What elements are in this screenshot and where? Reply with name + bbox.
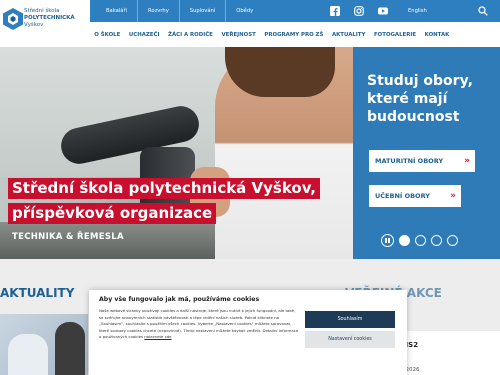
logo-line-3: Vyškov: [24, 22, 44, 28]
cookie-title: Aby vše fungovalo jak má, používáme cook…: [99, 296, 260, 303]
language-switch[interactable]: English: [408, 0, 427, 22]
hero-title: Střední škola polytechnická Vyškov, přís…: [8, 178, 320, 224]
promo-panel: Studuj obory, které mají budoucnost MATU…: [353, 47, 500, 259]
slide-dot-4[interactable]: [447, 235, 458, 246]
cookie-details-link[interactable]: naleznete zde: [144, 334, 171, 339]
nav-item-aktuality[interactable]: AKTUALITY: [328, 32, 370, 38]
main-navigation: O ŠKOLE UCHAZEČI ŽÁCI A RODIČE VEŘEJNOST…: [90, 22, 500, 47]
accept-cookies-button[interactable]: Souhlasím: [305, 311, 395, 328]
quick-link-obedy[interactable]: Obědy: [226, 0, 263, 22]
cookie-text: Naše webové stránky používají cookies a …: [99, 308, 299, 341]
logo-text: Střední škola POLYTECHNICKÁ Vyškov: [24, 8, 75, 29]
instagram-icon[interactable]: [354, 6, 364, 16]
slide-dot-1[interactable]: [399, 235, 410, 246]
news-photo[interactable]: [0, 314, 88, 375]
site-logo[interactable]: Střední škola POLYTECHNICKÁ Vyškov: [0, 0, 90, 47]
cookie-settings-button[interactable]: Nastavení cookies: [305, 331, 395, 348]
search-icon[interactable]: [478, 6, 488, 16]
logo-line-1: Střední škola: [24, 8, 60, 14]
hero-title-line-1: Střední škola polytechnická Vyškov,: [8, 178, 320, 199]
youtube-icon[interactable]: [378, 6, 388, 16]
slide-dot-2[interactable]: [415, 235, 426, 246]
ucebni-obory-button[interactable]: UČEBNÍ OBORY »: [369, 185, 461, 207]
nav-item-fotogalerie[interactable]: FOTOGALERIE: [370, 32, 421, 38]
cookie-body: Naše webové stránky používají cookies a …: [99, 308, 299, 340]
promo-title: Studuj obory, které mají budoucnost: [367, 73, 473, 125]
hero-subtitle: TECHNIKA & ŘEMESLA: [12, 232, 124, 242]
nav-item-uchazeci[interactable]: UCHAZEČI: [125, 32, 164, 38]
double-chevron-right-icon: »: [450, 191, 456, 201]
school-logo-icon: [3, 8, 23, 30]
nav-item-verejnost[interactable]: VEŘEJNOST: [217, 32, 260, 38]
ucebni-obory-label: UČEBNÍ OBORY: [375, 192, 430, 200]
student-hair-image: [225, 47, 335, 97]
maturitni-obory-label: MATURITNÍ OBORY: [375, 157, 444, 165]
quick-link-bakalari[interactable]: Bakaláři: [90, 0, 139, 22]
page: Střední škola POLYTECHNICKÁ Vyškov Bakal…: [0, 0, 500, 375]
logo-line-2: POLYTECHNICKÁ: [24, 15, 75, 21]
quick-link-rozvrhy[interactable]: Rozvrhy: [138, 0, 180, 22]
news-photo-figure-2: [55, 322, 85, 375]
nav-item-kontakt[interactable]: KONTAK: [420, 32, 453, 38]
quick-links: Bakaláři Rozvrhy Suplování Obědy: [90, 0, 263, 22]
nav-item-zaci-a-rodice[interactable]: ŽÁCI A RODIČE: [164, 32, 217, 38]
hero-title-line-2: příspěvková organizace: [8, 203, 217, 224]
nav-item-programy-pro-zs[interactable]: PROGRAMY PRO ZŠ: [260, 32, 328, 38]
slider-controls: [381, 234, 458, 247]
maturitni-obory-button[interactable]: MATURITNÍ OBORY »: [369, 150, 475, 172]
nav-item-o-skole[interactable]: O ŠKOLE: [90, 32, 125, 38]
pause-icon[interactable]: [381, 234, 394, 247]
top-bar: Bakaláři Rozvrhy Suplování Obědy English: [90, 0, 500, 22]
hero-slider: [0, 47, 353, 259]
quick-link-suplovani[interactable]: Suplování: [180, 0, 227, 22]
cookie-consent-dialog: Aby vše fungovalo jak má, používáme cook…: [89, 290, 407, 375]
social-links: [330, 6, 388, 16]
facebook-icon[interactable]: [330, 6, 340, 16]
news-photo-figure-1: [8, 334, 48, 375]
slide-dot-3[interactable]: [431, 235, 442, 246]
double-chevron-right-icon: »: [464, 156, 470, 166]
news-heading: AKTUALITY: [0, 286, 75, 300]
